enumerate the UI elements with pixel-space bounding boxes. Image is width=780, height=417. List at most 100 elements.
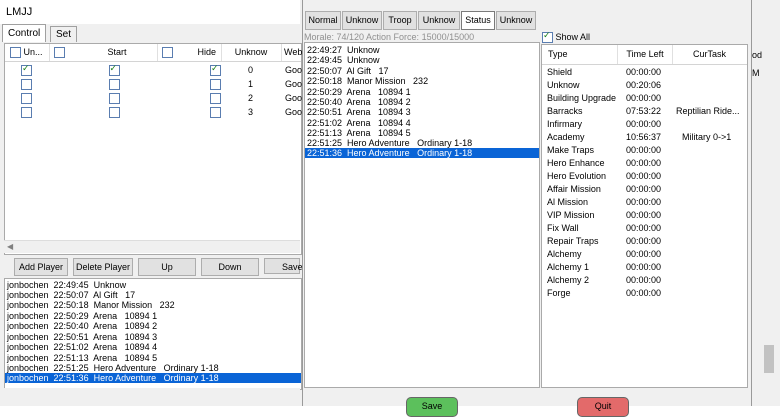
header-col-hide[interactable]: Hide [157, 44, 222, 61]
log-horizontal-scrollbar[interactable] [4, 388, 300, 400]
list-item[interactable]: 22:51:25 Hero Adventure Ordinary 1-18 [307, 138, 472, 148]
row-time: 00:00:00 [626, 119, 662, 129]
delete-player-button[interactable]: Delete Player [73, 258, 133, 276]
row-unknow: 0 [248, 65, 254, 75]
list-item[interactable]: 22:49:27 Unknow [307, 45, 380, 55]
row-checkbox[interactable] [108, 63, 120, 77]
row-type: Alchemy [547, 249, 582, 259]
show-all-checkbox[interactable] [542, 30, 553, 44]
list-item[interactable]: 22:51:13 Arena 10894 5 [307, 128, 411, 138]
table-row[interactable]: Shield 00:00:00 [542, 66, 747, 79]
row-checkbox[interactable] [21, 79, 32, 91]
row-time: 10:56:37 [626, 132, 662, 142]
row-type: Make Traps [547, 145, 595, 155]
table-row[interactable]: 3 Goo [5, 105, 302, 119]
table-row[interactable]: Hero Enhance 00:00:00 [542, 157, 747, 170]
row-checkbox[interactable] [210, 79, 222, 91]
list-item[interactable]: 22:49:45 Unknow [307, 55, 380, 65]
header-time-left[interactable]: Time Left [618, 45, 673, 64]
row-checkbox[interactable] [108, 93, 120, 105]
list-item[interactable]: jonbochen 22:50:29 Arena 10894 1 [7, 311, 157, 321]
header-col-web[interactable]: Web [281, 44, 304, 61]
table-row[interactable]: Academy 10:56:37 Military 0->1 [542, 131, 747, 144]
tab-control[interactable]: Control [2, 24, 47, 42]
table-row[interactable]: Barracks 07:53:22 Reptilian Ride... [542, 105, 747, 118]
table-row[interactable]: Alchemy 2 00:00:00 [542, 274, 747, 287]
table-row[interactable]: 1 Goo [5, 77, 302, 91]
tab-status[interactable]: Status [461, 11, 495, 30]
table-row[interactable]: Alchemy 1 00:00:00 [542, 261, 747, 274]
tab-set[interactable]: Set [50, 26, 78, 42]
table-row[interactable]: Make Traps 00:00:00 [542, 144, 747, 157]
row-checkbox[interactable] [210, 63, 222, 77]
table-row[interactable]: Forge 00:00:00 [542, 287, 747, 300]
list-item[interactable]: 22:50:29 Arena 10894 1 [307, 87, 411, 97]
table-row[interactable]: Building Upgrade 00:00:00 [542, 92, 747, 105]
list-item-selected[interactable]: 22:51:36 Hero Adventure Ordinary 1-18 [305, 148, 539, 158]
list-item[interactable]: 22:50:51 Arena 10894 3 [307, 107, 411, 117]
table-row[interactable]: Unknow 00:20:06 [542, 79, 747, 92]
table-row[interactable]: Hero Evolution 00:00:00 [542, 170, 747, 183]
tab-unknow-2[interactable]: Unknow [418, 11, 460, 30]
row-task: Military 0->1 [682, 132, 732, 142]
table-row[interactable]: 0 Goo [5, 63, 302, 77]
row-checkbox[interactable] [108, 107, 120, 119]
dialog-log-list[interactable]: 22:49:27 Unknow 22:49:45 Unknow 22:50:07… [304, 42, 540, 388]
grid-horizontal-scrollbar[interactable]: ◀ [4, 240, 300, 253]
quit-button[interactable]: Quit [577, 397, 629, 417]
header-label: Start [107, 47, 127, 57]
list-item[interactable]: jonbochen 22:49:45 Unknow [7, 280, 126, 290]
up-button[interactable]: Up [138, 258, 196, 276]
row-checkbox[interactable] [108, 79, 120, 91]
row-checkbox[interactable] [21, 107, 32, 119]
row-type: Alchemy 1 [547, 262, 590, 272]
header-type[interactable]: Type [542, 45, 618, 64]
list-item[interactable]: jonbochen 22:51:02 Arena 10894 4 [7, 342, 157, 352]
list-item[interactable]: jonbochen 22:50:18 Manor Mission 232 [7, 300, 175, 310]
add-player-button[interactable]: Add Player [14, 258, 68, 276]
list-item-selected[interactable]: jonbochen 22:51:36 Hero Adventure Ordina… [5, 373, 301, 383]
tab-troop[interactable]: Troop [383, 11, 417, 30]
header-checkbox[interactable] [10, 47, 21, 59]
table-row[interactable]: Alchemy 00:00:00 [542, 248, 747, 261]
row-checkbox[interactable] [210, 93, 222, 105]
list-item[interactable]: 22:51:02 Arena 10894 4 [307, 118, 411, 128]
row-checkbox[interactable] [21, 93, 32, 105]
header-checkbox[interactable] [54, 47, 65, 59]
row-checkbox[interactable] [21, 63, 32, 77]
table-row[interactable]: Al Mission 00:00:00 [542, 196, 747, 209]
tab-unknow-3[interactable]: Unknow [496, 11, 536, 30]
scroll-left-icon[interactable]: ◀ [7, 242, 13, 251]
show-all-toggle[interactable]: Show All [542, 30, 590, 44]
save-button[interactable]: Save [406, 397, 458, 417]
row-time: 00:00:00 [626, 210, 662, 220]
table-row[interactable]: Repair Traps 00:00:00 [542, 235, 747, 248]
list-item[interactable]: 22:50:40 Arena 10894 2 [307, 97, 411, 107]
table-row[interactable]: Infirmary 00:00:00 [542, 118, 747, 131]
background-log-list[interactable]: jonbochen 22:49:45 Unknow jonbochen 22:5… [4, 278, 302, 390]
list-item[interactable]: jonbochen 22:50:51 Arena 10894 3 [7, 332, 157, 342]
tab-normal[interactable]: Normal [305, 11, 341, 30]
row-type: Infirmary [547, 119, 583, 129]
list-item[interactable]: jonbochen 22:51:25 Hero Adventure Ordina… [7, 363, 219, 373]
row-time: 00:00:00 [626, 184, 662, 194]
header-col-unknow[interactable]: Unknow [221, 44, 282, 61]
down-button[interactable]: Down [201, 258, 259, 276]
list-item[interactable]: 22:50:18 Manor Mission 232 [307, 76, 428, 86]
list-item[interactable]: 22:50:07 Al Gift 17 [307, 66, 389, 76]
table-row[interactable]: Affair Mission 00:00:00 [542, 183, 747, 196]
header-checkbox[interactable] [162, 47, 173, 59]
save-button-partial[interactable]: Save [264, 258, 303, 274]
row-checkbox[interactable] [210, 107, 222, 119]
scrollbar-thumb[interactable] [764, 345, 774, 373]
header-col-start[interactable]: Start [49, 44, 158, 61]
table-row[interactable]: Fix Wall 00:00:00 [542, 222, 747, 235]
table-row[interactable]: VIP Mission 00:00:00 [542, 209, 747, 222]
list-item[interactable]: jonbochen 22:50:40 Arena 10894 2 [7, 321, 157, 331]
header-cur-task[interactable]: CurTask [672, 45, 747, 64]
header-col-unknown[interactable]: Un... [5, 44, 50, 61]
tab-unknow-1[interactable]: Unknow [342, 11, 382, 30]
table-row[interactable]: 2 Goo [5, 91, 302, 105]
list-item[interactable]: jonbochen 22:50:07 Al Gift 17 [7, 290, 135, 300]
list-item[interactable]: jonbochen 22:51:13 Arena 10894 5 [7, 353, 157, 363]
